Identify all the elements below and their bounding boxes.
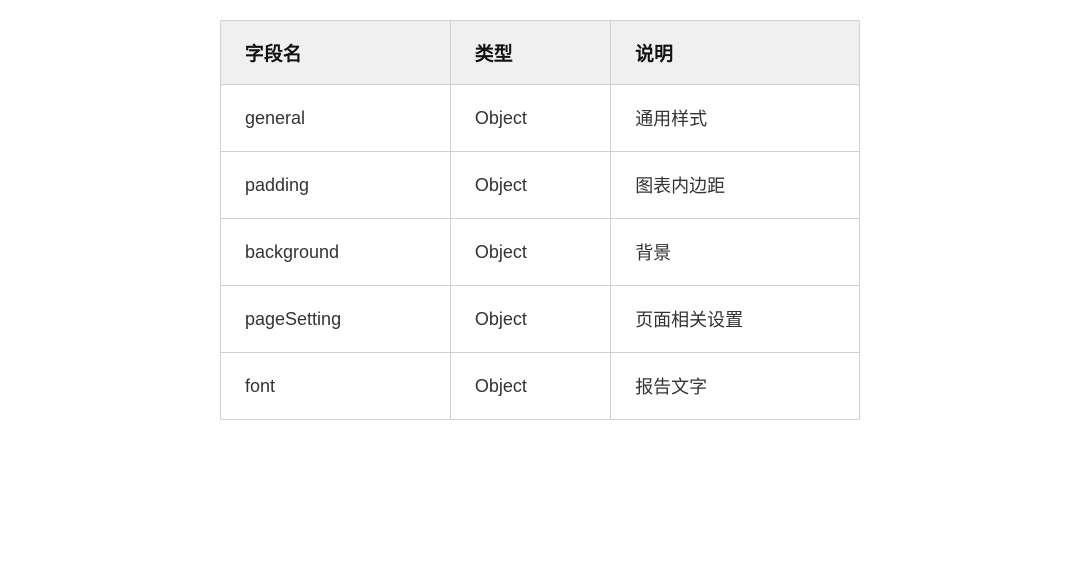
table-row: backgroundObject背景 [221, 219, 859, 286]
table-header-row: 字段名 类型 说明 [221, 21, 859, 85]
table-row: pageSettingObject页面相关设置 [221, 286, 859, 353]
cell-description: 页面相关设置 [611, 286, 859, 353]
cell-description: 通用样式 [611, 85, 859, 152]
cell-type: Object [450, 286, 610, 353]
column-header-field: 字段名 [221, 21, 450, 85]
column-header-description: 说明 [611, 21, 859, 85]
cell-field: background [221, 219, 450, 286]
cell-field: font [221, 353, 450, 420]
cell-description: 背景 [611, 219, 859, 286]
cell-type: Object [450, 219, 610, 286]
cell-type: Object [450, 152, 610, 219]
data-table: 字段名 类型 说明 generalObject通用样式paddingObject… [220, 20, 860, 420]
cell-field: pageSetting [221, 286, 450, 353]
cell-description: 图表内边距 [611, 152, 859, 219]
cell-type: Object [450, 353, 610, 420]
cell-description: 报告文字 [611, 353, 859, 420]
cell-field: padding [221, 152, 450, 219]
table-row: generalObject通用样式 [221, 85, 859, 152]
table-row: paddingObject图表内边距 [221, 152, 859, 219]
cell-type: Object [450, 85, 610, 152]
cell-field: general [221, 85, 450, 152]
column-header-type: 类型 [450, 21, 610, 85]
table-row: fontObject报告文字 [221, 353, 859, 420]
